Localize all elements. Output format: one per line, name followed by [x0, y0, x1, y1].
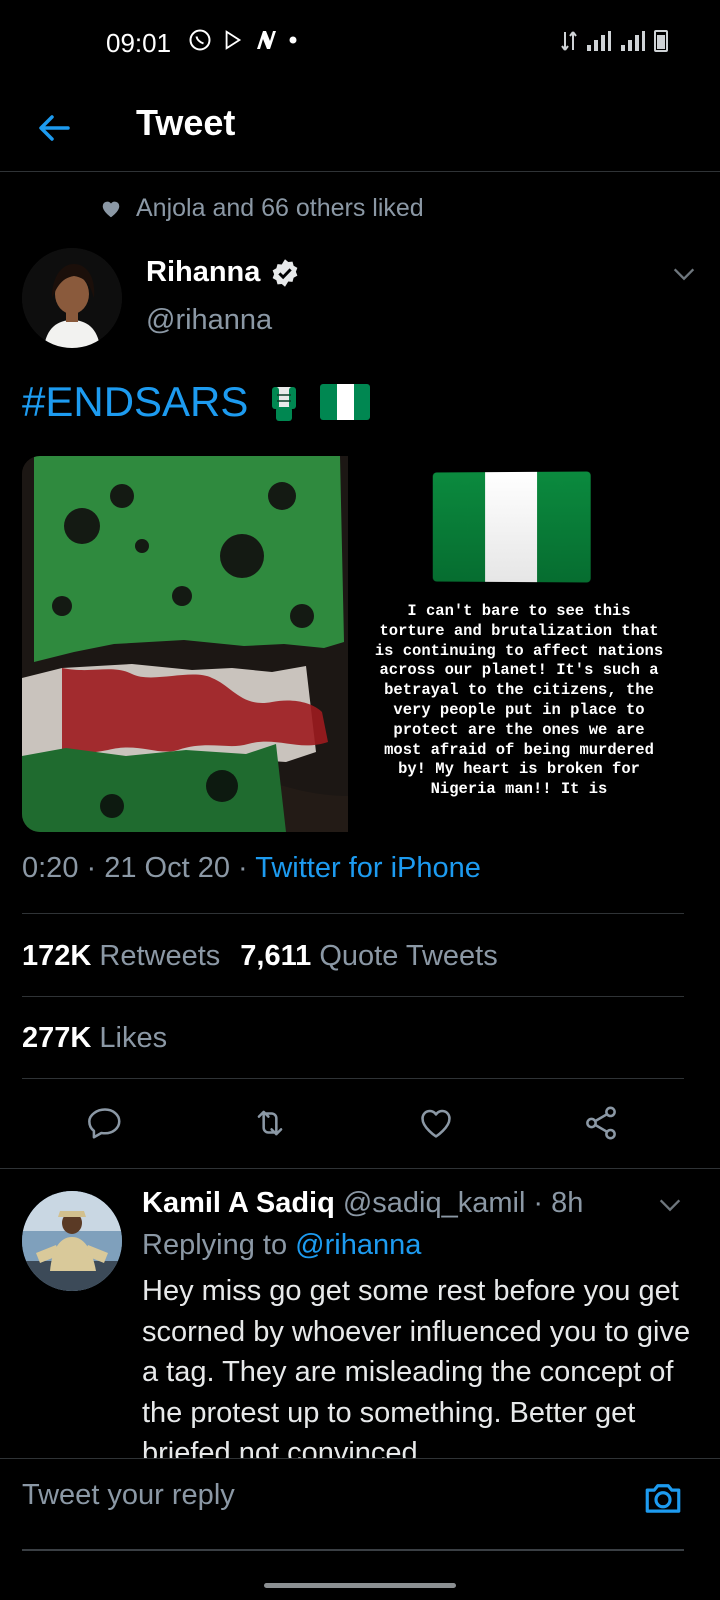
hashtag-link[interactable]: #ENDSARS	[22, 378, 248, 426]
nigeria-flag-image	[432, 471, 591, 583]
reply-header: Kamil A Sadiq @sadiq_kamil · 8h	[142, 1187, 583, 1220]
notification-icons	[188, 28, 298, 52]
chevron-down-icon[interactable]	[670, 260, 698, 288]
tweet-actions	[22, 1098, 684, 1148]
author-name: Rihanna	[146, 256, 261, 288]
likes-count: 277K	[22, 1022, 92, 1054]
chevron-down-icon[interactable]	[656, 1191, 684, 1219]
quotes-label: Quote Tweets	[319, 940, 498, 972]
status-time: 09:01	[106, 28, 172, 58]
tweet-source-link[interactable]: Twitter for iPhone	[255, 852, 481, 884]
replying-to-handle[interactable]: @rihanna	[295, 1229, 421, 1261]
raised-fist-emoji-icon	[272, 387, 297, 421]
tweet-media[interactable]: I can't bare to see this torture and bru…	[22, 456, 684, 832]
divider	[22, 1078, 684, 1079]
retweets-count: 172K	[22, 940, 92, 972]
reply-age: 8h	[551, 1187, 584, 1219]
system-icons	[560, 30, 668, 52]
bloodied-flag-photo[interactable]	[22, 456, 348, 832]
divider	[22, 996, 684, 997]
separator-dot: ·	[533, 1187, 544, 1219]
status-bar: 09:01	[0, 0, 720, 90]
page-title: Tweet	[136, 102, 236, 143]
quotes-stat[interactable]: 7,611 Quote Tweets	[240, 940, 497, 973]
signal-icon	[587, 31, 611, 51]
reply-composer: Tweet your reply	[0, 1458, 720, 1600]
reply-author-handle: @sadiq_kamil	[342, 1187, 526, 1219]
story-text: I can't bare to see this torture and bru…	[374, 602, 664, 799]
retweet-icon[interactable]	[251, 1104, 289, 1142]
home-indicator[interactable]	[264, 1583, 456, 1588]
tweet-author: Rihanna @rihanna	[22, 248, 702, 358]
camera-icon[interactable]	[642, 1477, 684, 1519]
retweets-stat[interactable]: 172K Retweets	[22, 940, 220, 973]
input-underline	[22, 1549, 684, 1551]
dot-icon	[289, 36, 297, 44]
data-arrows-icon	[561, 31, 577, 51]
social-context-text: Anjola and 66 others liked	[136, 194, 424, 222]
social-context[interactable]: Anjola and 66 others liked	[100, 194, 424, 223]
likes-label: Likes	[99, 1022, 168, 1054]
author-handle: @rihanna	[146, 304, 273, 336]
reply-avatar[interactable]	[22, 1191, 122, 1291]
top-app-bar: Tweet	[0, 90, 720, 172]
likes-stats: 277K Likes	[22, 1022, 167, 1055]
app-n-icon	[257, 31, 276, 49]
verified-badge-icon	[273, 258, 298, 287]
tweet-time: 0:20	[22, 852, 79, 884]
likes-stat[interactable]: 277K Likes	[22, 1022, 167, 1055]
divider	[22, 913, 684, 914]
replying-label: Replying to	[142, 1229, 288, 1261]
tweet-meta: 0:20 · 21 Oct 20 · Twitter for iPhone	[22, 852, 481, 884]
nigeria-flag-emoji-icon	[320, 384, 371, 420]
heart-filled-icon	[102, 201, 120, 217]
reply-icon[interactable]	[86, 1104, 124, 1142]
retweets-label: Retweets	[99, 940, 221, 972]
reply-input[interactable]: Tweet your reply	[22, 1479, 235, 1512]
story-text-image[interactable]: I can't bare to see this torture and bru…	[352, 456, 684, 832]
quotes-count: 7,611	[240, 940, 312, 972]
replying-to: Replying to @rihanna	[142, 1229, 421, 1262]
author-name-row[interactable]: Rihanna	[146, 256, 300, 289]
play-store-icon	[225, 30, 242, 50]
tweet-text: #ENDSARS	[22, 378, 371, 426]
share-icon[interactable]	[582, 1104, 620, 1142]
reply-tweet[interactable]: Kamil A Sadiq @sadiq_kamil · 8h Replying…	[0, 1168, 720, 1458]
retweet-stats: 172K Retweets 7,611 Quote Tweets	[22, 940, 498, 973]
whatsapp-icon	[189, 29, 211, 51]
reply-author-name[interactable]: Kamil A Sadiq	[142, 1187, 335, 1220]
battery-icon	[654, 30, 668, 52]
reply-text: Hey miss go get some rest before you get…	[142, 1275, 691, 1458]
tweet-date: 21 Oct 20	[104, 852, 230, 884]
like-icon[interactable]	[417, 1104, 455, 1142]
back-arrow-icon[interactable]	[34, 108, 74, 148]
author-avatar[interactable]	[22, 248, 122, 348]
signal-icon-2	[621, 31, 645, 51]
